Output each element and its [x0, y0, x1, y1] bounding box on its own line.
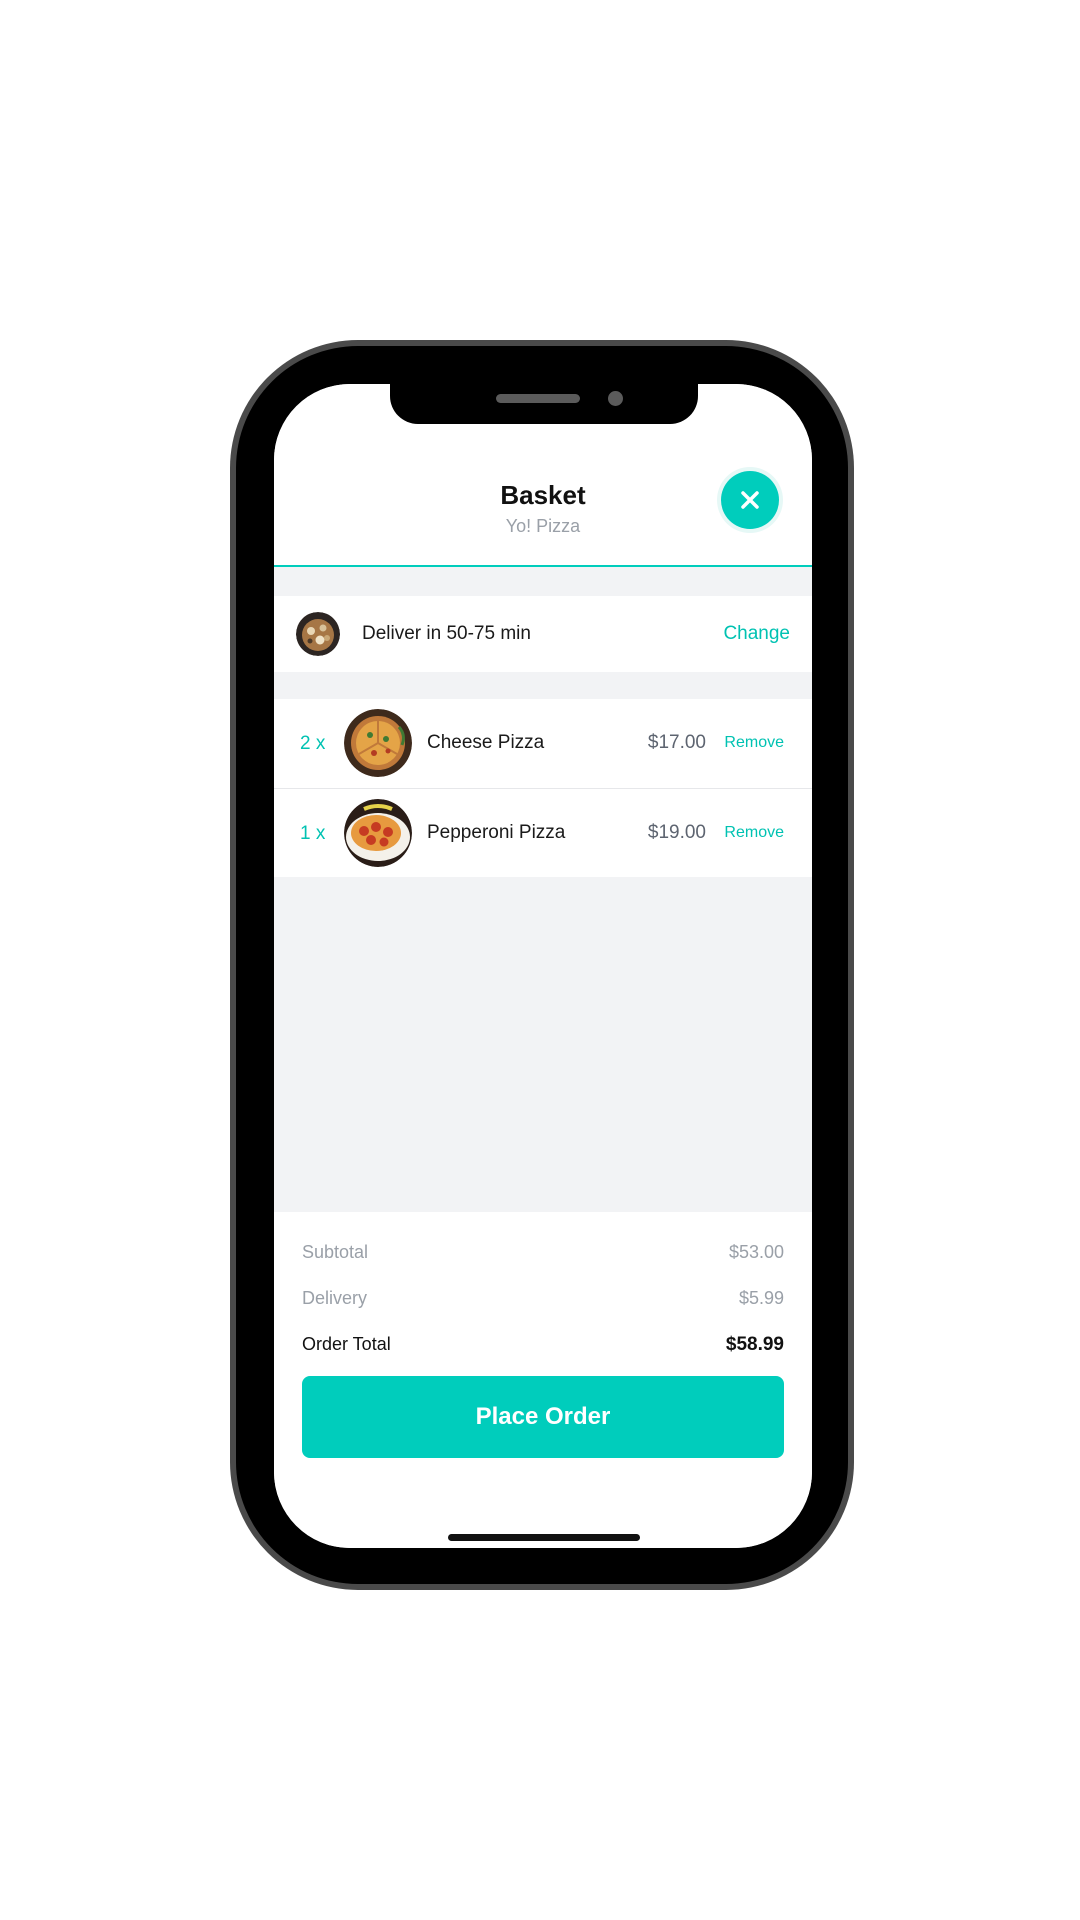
item-name: Pepperoni Pizza — [427, 822, 566, 843]
delivery-row: Deliver in 50-75 min Change — [274, 596, 812, 672]
order-total-label: Order Total — [302, 1334, 391, 1354]
order-summary: Subtotal $53.00 Delivery $5.99 Order Tot… — [274, 1212, 812, 1548]
delivery-fee-label: Delivery — [302, 1288, 368, 1308]
change-delivery-link[interactable]: Change — [723, 623, 790, 645]
item-quantity: 2 x — [300, 733, 326, 754]
home-indicator[interactable] — [448, 1534, 640, 1541]
basket-item-pepperoni-pizza: 1 x Pepperoni Pizza $19.00 Remove — [274, 789, 812, 878]
phone-notch — [390, 384, 698, 424]
remove-item-button[interactable]: Remove — [724, 824, 784, 842]
remove-item-button[interactable]: Remove — [724, 734, 784, 752]
item-thumbnail — [344, 709, 412, 777]
delivery-fee-value: $5.99 — [738, 1288, 784, 1308]
basket-items: 2 x Cheese Pizza $17.00 Remove 1 x Peppe… — [274, 699, 812, 877]
close-icon — [741, 491, 759, 509]
phone-screen: Basket Yo! Pizza Deliver in 50-75 min Ch… — [274, 384, 812, 1548]
place-order-button[interactable]: Place Order — [302, 1376, 784, 1458]
item-thumbnail — [344, 799, 412, 867]
close-button[interactable] — [721, 471, 779, 529]
basket-item-cheese-pizza: 2 x Cheese Pizza $17.00 Remove — [274, 699, 812, 789]
stage: Basket Yo! Pizza Deliver in 50-75 min Ch… — [0, 0, 1080, 1920]
front-camera — [608, 391, 623, 406]
speaker-grille — [496, 394, 580, 403]
item-name: Cheese Pizza — [427, 732, 545, 753]
delivery-thumbnail — [296, 612, 340, 656]
delivery-time: Deliver in 50-75 min — [362, 623, 531, 644]
item-price: $17.00 — [647, 732, 706, 753]
item-price: $19.00 — [647, 822, 706, 843]
item-quantity: 1 x — [300, 823, 326, 844]
subtotal-value: $53.00 — [728, 1242, 784, 1262]
order-total-value: $58.99 — [725, 1334, 784, 1355]
subtotal-label: Subtotal — [302, 1242, 369, 1262]
